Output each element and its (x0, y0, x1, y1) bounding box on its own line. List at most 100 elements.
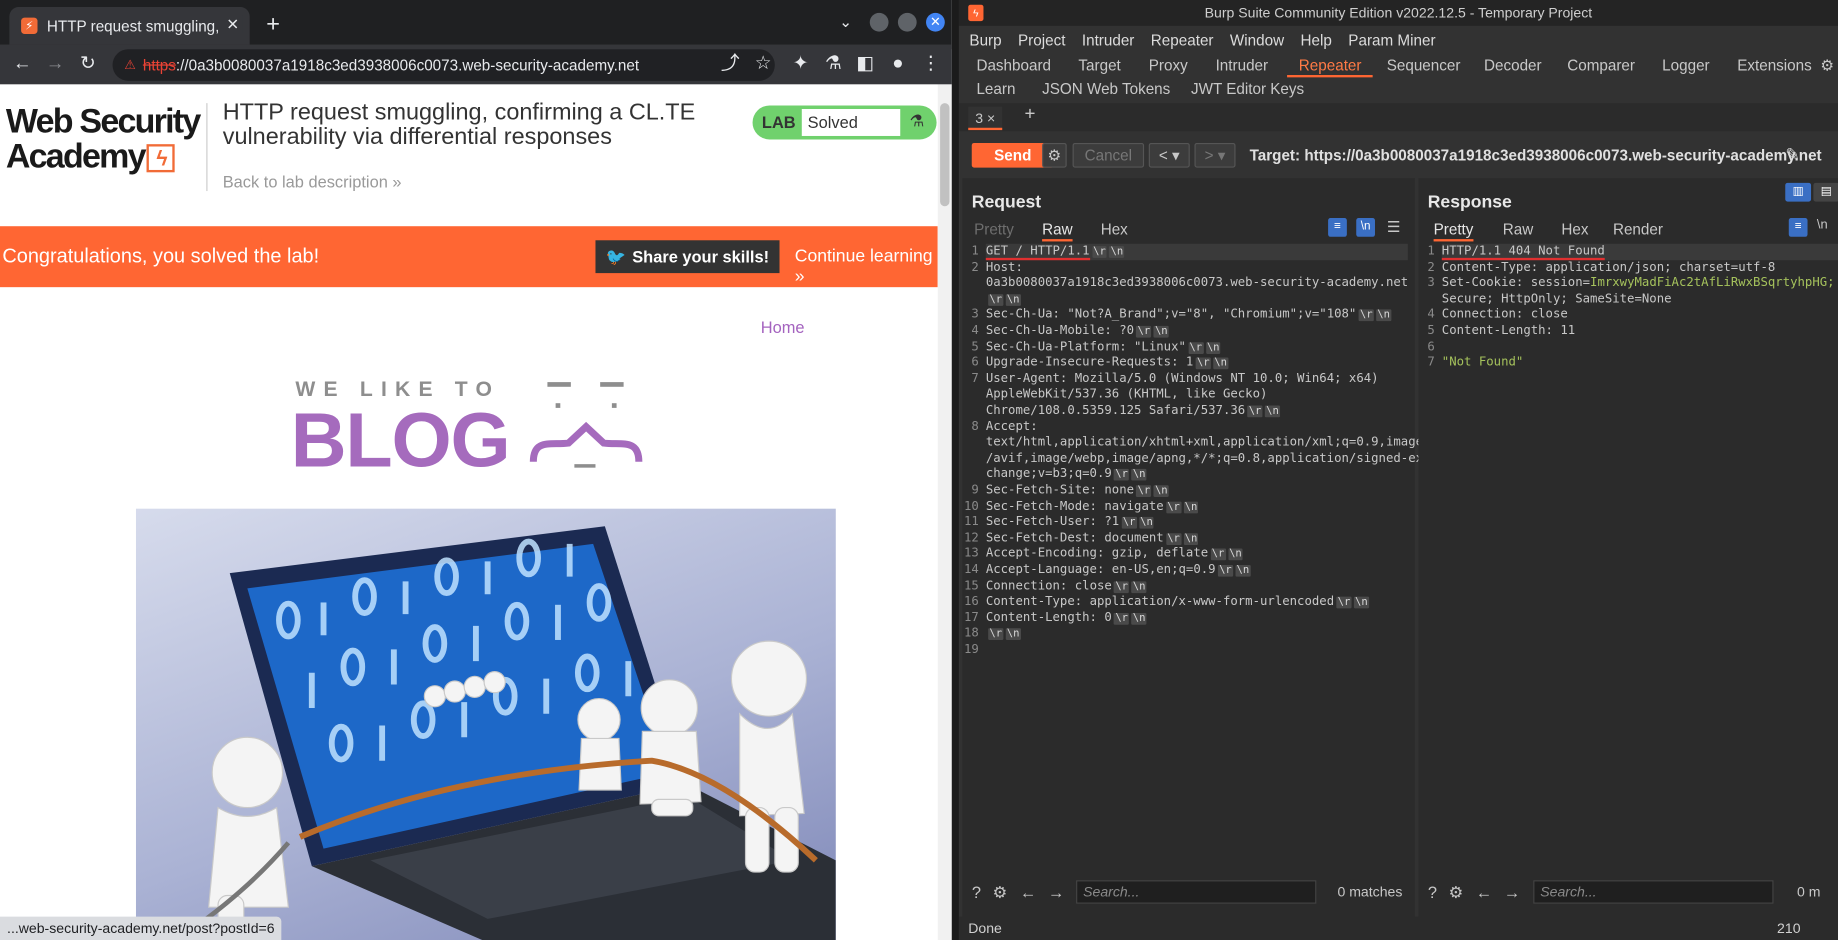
repeater-tab-3[interactable]: 3 × (968, 106, 1003, 131)
header-value: document (1096, 530, 1164, 545)
line-number: 4 (971, 323, 979, 338)
lab-title: HTTP request smuggling, confirming a CL.… (222, 99, 696, 151)
response-search-next-icon[interactable]: → (1500, 880, 1523, 903)
menu-project[interactable]: Project (1018, 28, 1065, 54)
highlight-value: "Not Found" (1441, 355, 1524, 370)
tab-json-web-tokens[interactable]: JSON Web Tokens (1042, 77, 1170, 100)
wrap-lines-icon[interactable]: ≡ (1328, 218, 1347, 237)
browser-tab[interactable]: ⚡ HTTP request smuggling, c ✕ (9, 7, 250, 45)
menu-kebab-icon[interactable]: ⋮ (918, 52, 944, 78)
add-repeater-tab-button[interactable]: + (1025, 104, 1036, 125)
response-search-input[interactable]: Search... (1533, 880, 1774, 904)
tab-search-icon[interactable]: ⌄ (839, 13, 852, 32)
response-newlines-icon[interactable]: \n (1817, 218, 1828, 232)
crlf-marker: \r (1114, 580, 1130, 593)
tab-jwt-editor-keys[interactable]: JWT Editor Keys (1191, 77, 1304, 100)
home-link[interactable]: Home (761, 318, 805, 337)
request-search-input[interactable]: Search... (1076, 880, 1317, 904)
share-skills-button[interactable]: 🐦 Share your skills! (595, 240, 780, 274)
code-line: Upgrade-Insecure-Requests: 1 \r \n (986, 355, 1229, 371)
bookmark-star-icon[interactable]: ☆ (750, 52, 776, 78)
cancel-button[interactable]: Cancel (1072, 142, 1145, 168)
code-line: Connection: close (1442, 308, 1568, 324)
address-bar[interactable]: ⚠ https://0a3b0080037a1918c3ed3938006c00… (112, 49, 775, 81)
request-tab-raw[interactable]: Raw (1042, 218, 1073, 242)
request-tab-pretty[interactable]: Pretty (974, 218, 1014, 241)
stack-layout-icon[interactable]: ▤ (1813, 182, 1838, 202)
maximize-button[interactable] (897, 12, 917, 32)
menu-help[interactable]: Help (1301, 28, 1332, 54)
request-menu-icon[interactable]: ☰ (1387, 218, 1401, 237)
send-options-gear-icon[interactable]: ⚙ (1042, 142, 1067, 168)
link-status-url: ...web-security-academy.net/post?postId=… (0, 916, 282, 940)
tab-decoder[interactable]: Decoder (1484, 54, 1542, 77)
menu-intruder[interactable]: Intruder (1082, 28, 1135, 54)
blog-hero-image[interactable] (135, 508, 836, 940)
split-layout-icon[interactable]: ▥ (1785, 182, 1812, 202)
tab-repeater[interactable]: Repeater (1299, 54, 1362, 77)
not-secure-icon[interactable]: ⚠ (124, 57, 136, 73)
code-line: Content-Length: 0 \r \n (986, 610, 1147, 626)
code-line: Secure; HttpOnly; SameSite=None (1442, 292, 1672, 308)
tab-extensions[interactable]: Extensions (1737, 54, 1812, 77)
minimize-button[interactable] (869, 12, 889, 32)
back-arrow-icon[interactable]: ← (9, 52, 35, 78)
side-panel-icon[interactable]: ◧ (852, 52, 878, 78)
header-value: change;v=b3;q=0.9 (985, 466, 1112, 482)
menu-repeater[interactable]: Repeater (1151, 28, 1214, 54)
forward-arrow-icon[interactable]: → (42, 52, 68, 78)
response-tab-raw[interactable]: Raw (1503, 218, 1533, 241)
response-tab-render[interactable]: Render (1613, 218, 1663, 241)
close-tab-icon[interactable]: ✕ (222, 15, 243, 34)
page-scrollbar[interactable] (937, 84, 952, 940)
response-search-prev-icon[interactable]: ← (1472, 880, 1495, 903)
header-value: "Linux" (1126, 339, 1186, 354)
target-label[interactable]: Target: https://0a3b0080037a1918c3ed3938… (1250, 147, 1822, 165)
double-chevron-icon: » (392, 172, 402, 192)
menu-burp[interactable]: Burp (969, 28, 1001, 54)
share-icon[interactable]: ⤴ (717, 52, 743, 78)
request-tab-hex[interactable]: Hex (1101, 218, 1128, 241)
show-newlines-icon[interactable]: \n (1356, 218, 1375, 237)
settings-gear-icon[interactable]: ⚙ (1820, 54, 1834, 77)
page-scrollbar-thumb[interactable] (940, 103, 950, 207)
menu-param-miner[interactable]: Param Miner (1348, 28, 1435, 54)
tab-learn[interactable]: Learn (976, 77, 1015, 100)
response-tab-pretty[interactable]: Pretty (1433, 218, 1474, 242)
new-tab-button[interactable]: + (260, 12, 286, 38)
burp-title-bar: ϟ Burp Suite Community Edition v2022.12.… (958, 0, 1838, 26)
line-number: 14 (963, 562, 979, 577)
response-help-icon[interactable]: ? (1421, 880, 1444, 903)
search-settings-gear-icon[interactable]: ⚙ (988, 880, 1011, 903)
reload-icon[interactable]: ↻ (75, 52, 101, 78)
continue-learning-link[interactable]: Continue learning » (795, 246, 938, 286)
back-to-lab-link[interactable]: Back to lab description » (223, 172, 402, 191)
search-next-icon[interactable]: → (1044, 880, 1067, 903)
search-prev-icon[interactable]: ← (1016, 880, 1039, 903)
response-search-gear-icon[interactable]: ⚙ (1444, 880, 1467, 903)
tab-proxy[interactable]: Proxy (1149, 54, 1188, 77)
tab-target[interactable]: Target (1078, 54, 1120, 77)
lab-flask-icon[interactable]: ⚗ (821, 52, 847, 78)
response-wrap-lines-icon[interactable]: ≡ (1788, 218, 1808, 237)
crlf-marker: \r (1114, 612, 1130, 625)
response-tab-hex[interactable]: Hex (1561, 218, 1588, 241)
tab-intruder[interactable]: Intruder (1216, 54, 1269, 77)
crlf-marker: \n (1183, 501, 1199, 513)
header-key: Set-Cookie: (1441, 275, 1524, 290)
history-forward-button[interactable]: > ▾ (1194, 142, 1236, 168)
tab-comparer[interactable]: Comparer (1567, 54, 1635, 77)
edit-target-pencil-icon[interactable]: ✎ (1785, 144, 1800, 165)
tab-sequencer[interactable]: Sequencer (1387, 54, 1461, 77)
header-value: Secure; HttpOnly; SameSite=None (1441, 291, 1672, 306)
menu-window[interactable]: Window (1230, 28, 1284, 54)
extensions-puzzle-icon[interactable]: ✦ (788, 52, 814, 78)
tab-logger[interactable]: Logger (1662, 54, 1709, 77)
web-security-academy-logo[interactable]: Web Security Academy ϟ (6, 104, 201, 174)
close-window-button[interactable]: ✕ (926, 12, 945, 32)
profile-avatar-icon[interactable]: ● (885, 52, 911, 78)
help-icon[interactable]: ? (965, 880, 988, 903)
history-back-button[interactable]: < ▾ (1148, 142, 1190, 168)
tab-dashboard[interactable]: Dashboard (976, 54, 1051, 77)
header-key: Sec-Ch-Ua-Mobile: (985, 323, 1112, 338)
